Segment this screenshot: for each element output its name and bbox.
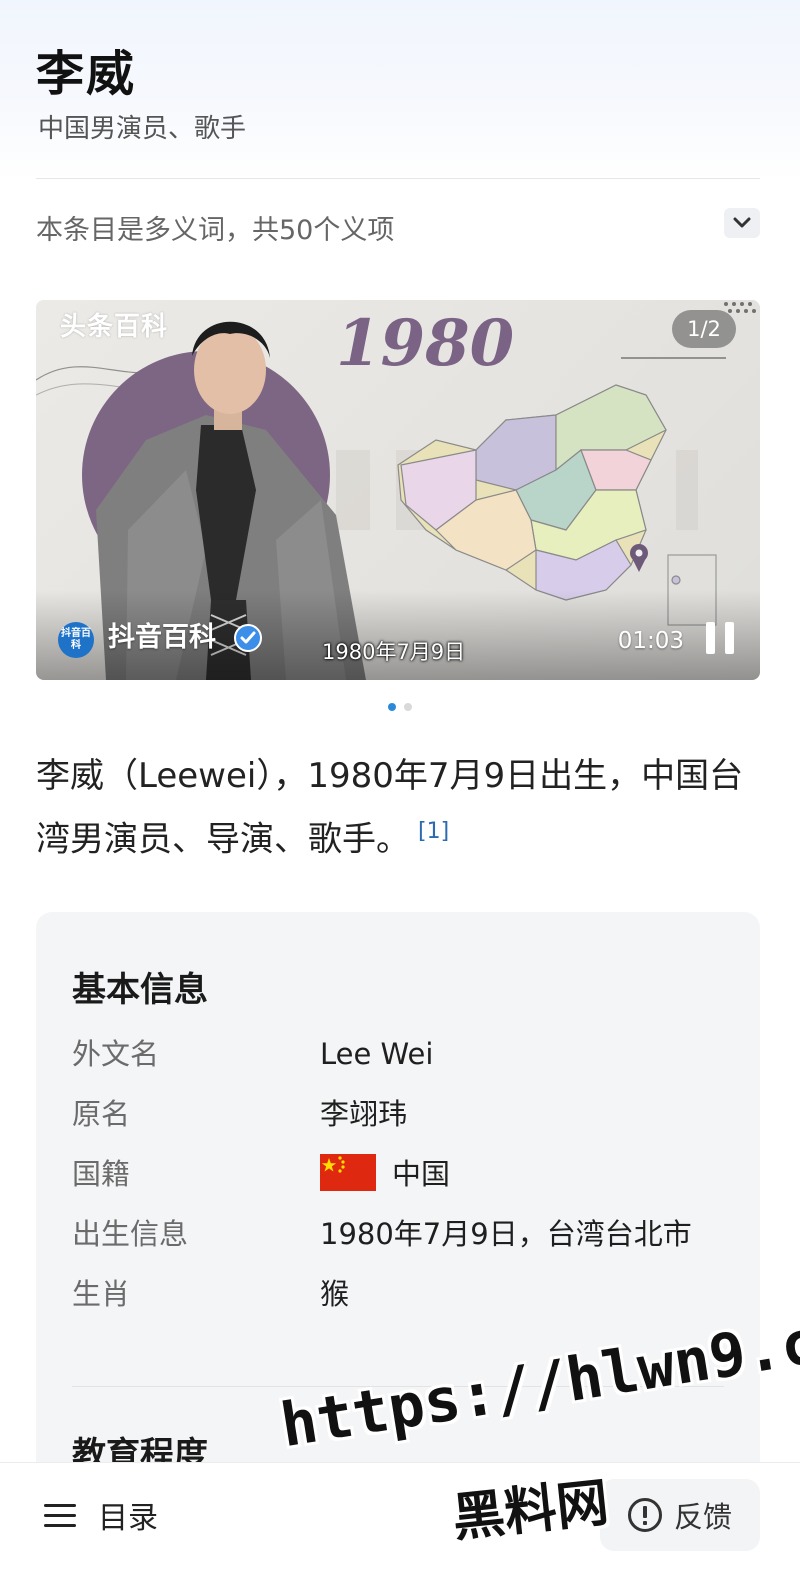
video-player[interactable]: 头条百科 1980 1/2 抖音百科 抖音百科 1980年7月9日 01:03: [36, 300, 760, 680]
info-label: 国籍: [72, 1157, 131, 1191]
pause-icon[interactable]: [706, 622, 734, 654]
info-label: 出生信息: [72, 1217, 189, 1251]
page-subtitle: 中国男演员、歌手: [38, 114, 247, 144]
info-label: 生肖: [72, 1277, 131, 1311]
info-row-original-name: 原名 李翊玮: [72, 1084, 732, 1144]
info-value: 猴: [320, 1277, 350, 1311]
basic-info-list: 外文名 Lee Wei 原名 李翊玮 国籍 中国 出生信息 1980年7月9日，…: [72, 1024, 732, 1324]
page-header: 李威 中国男演员、歌手: [0, 0, 800, 180]
info-label: 外文名: [72, 1037, 160, 1071]
carousel-dot-1[interactable]: [388, 703, 396, 711]
info-value: 李翊玮: [320, 1097, 408, 1131]
video-caption: 1980年7月9日: [322, 640, 466, 664]
year-overlay: 1980: [336, 306, 515, 381]
summary-paragraph: 李威（Leewei），1980年7月9日出生，中国台湾男演员、导演、歌手。 [1]: [36, 748, 760, 867]
polysemy-toggle-button[interactable]: [724, 208, 760, 238]
exclamation-icon: [627, 1498, 662, 1532]
info-value: Lee Wei: [320, 1037, 434, 1071]
chevron-down-icon: [733, 217, 751, 228]
info-value-nationality[interactable]: 中国: [320, 1144, 732, 1204]
citation-link[interactable]: [1]: [418, 819, 449, 844]
feedback-label: 反馈: [673, 1500, 732, 1534]
basic-info-card: 基本信息 外文名 Lee Wei 原名 李翊玮 国籍 中国 出生信息 1980年…: [36, 912, 760, 1532]
video-time: 01:03: [617, 628, 684, 654]
info-value: 1980年7月9日，台湾台北市: [320, 1217, 692, 1251]
toc-label: 目录: [98, 1501, 158, 1536]
toc-button[interactable]: 目录: [44, 1491, 158, 1539]
polysemy-row[interactable]: 本条目是多义词，共50个义项: [36, 200, 760, 252]
info-row-zodiac: 生肖 猴: [72, 1264, 732, 1324]
brand-watermark: 头条百科: [60, 312, 169, 342]
china-flag-icon: [320, 1154, 376, 1191]
info-divider: [72, 1386, 724, 1387]
feedback-button[interactable]: 反馈: [600, 1479, 760, 1551]
source-logo: 抖音百科: [58, 622, 94, 658]
info-label: 原名: [72, 1097, 131, 1131]
header-divider: [36, 178, 760, 179]
bottom-bar: 目录 反馈: [0, 1462, 800, 1575]
verified-badge-icon: [234, 624, 262, 652]
basic-info-title: 基本信息: [72, 970, 208, 1010]
summary-text: 李威（Leewei），1980年7月9日出生，中国台湾男演员、导演、歌手。: [36, 756, 744, 860]
carousel-dot-2[interactable]: [404, 703, 412, 711]
carousel-dots: [0, 703, 800, 713]
media-counter: 1/2: [672, 310, 736, 348]
page: 李威 中国男演员、歌手 本条目是多义词，共50个义项 头条百科 1980 1/2…: [0, 0, 800, 1575]
source-name[interactable]: 抖音百科: [108, 615, 216, 654]
map-pin: [630, 544, 648, 572]
info-row-birth: 出生信息 1980年7月9日，台湾台北市: [72, 1204, 732, 1264]
polysemy-text: 本条目是多义词，共50个义项: [36, 215, 395, 246]
menu-icon: [44, 1504, 76, 1527]
nationality-text: 中国: [392, 1157, 451, 1191]
info-row-foreign-name: 外文名 Lee Wei: [72, 1024, 732, 1084]
info-row-nationality: 国籍 中国: [72, 1144, 732, 1204]
page-title: 李威: [36, 46, 137, 102]
